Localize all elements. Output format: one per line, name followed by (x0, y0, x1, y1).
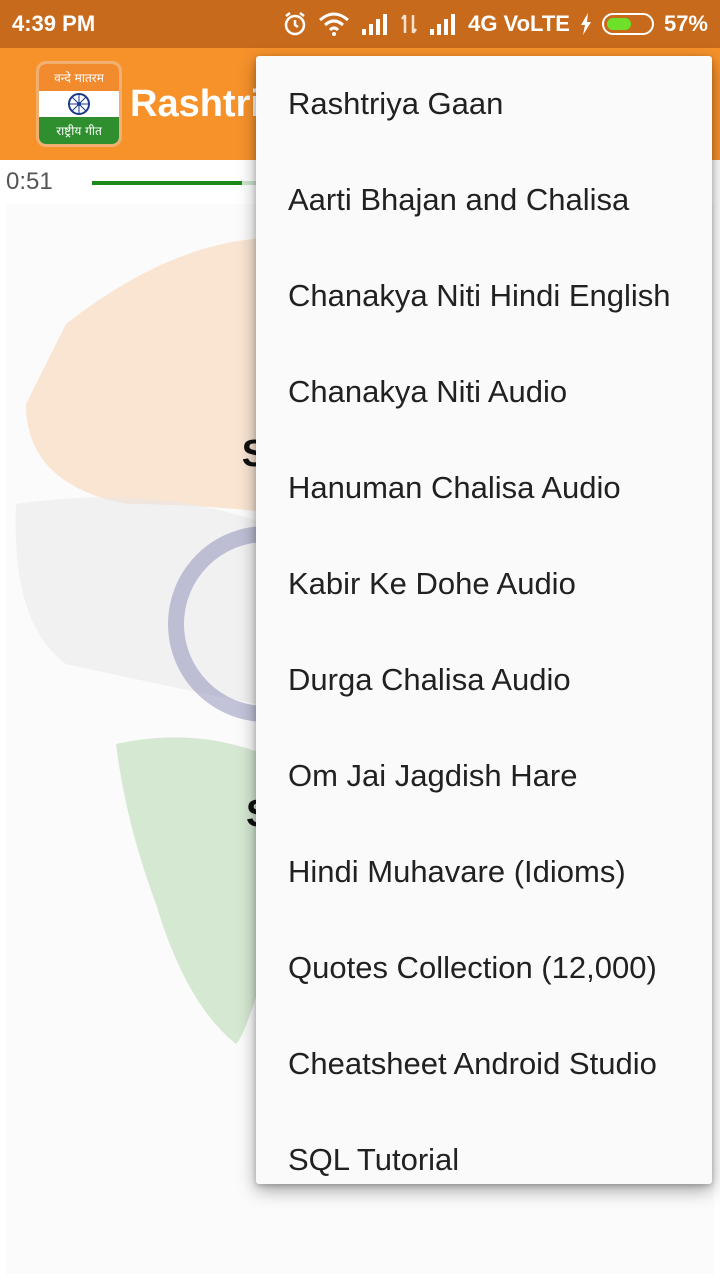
menu-item-kabir-dohe[interactable]: Kabir Ke Dohe Audio (256, 536, 712, 632)
status-icons: 4G VoLTE 57% (282, 11, 708, 37)
ashoka-chakra-icon (39, 90, 119, 118)
logo-top-text: वन्दे मातरम (39, 64, 119, 91)
status-time: 4:39 PM (12, 11, 96, 36)
menu-item-om-jai-jagdish[interactable]: Om Jai Jagdish Hare (256, 728, 712, 824)
alarm-icon (282, 11, 308, 37)
wifi-icon (318, 12, 350, 36)
menu-item-chanakya-audio[interactable]: Chanakya Niti Audio (256, 344, 712, 440)
menu-item-sql-tutorial[interactable]: SQL Tutorial (256, 1112, 712, 1184)
elapsed-time: 0:51 (6, 168, 53, 195)
signal-icon-2 (428, 13, 458, 35)
menu-item-cheatsheet[interactable]: Cheatsheet Android Studio (256, 1016, 712, 1112)
menu-item-aarti-bhajan[interactable]: Aarti Bhajan and Chalisa (256, 152, 712, 248)
charging-icon (580, 13, 592, 35)
menu-item-durga-chalisa[interactable]: Durga Chalisa Audio (256, 632, 712, 728)
menu-item-quotes[interactable]: Quotes Collection (12,000) (256, 920, 712, 1016)
seek-progress (92, 181, 242, 185)
status-bar: 4:39 PM 4G VoLTE 57% (0, 0, 720, 48)
signal-icon (360, 13, 390, 35)
data-transfer-icon (400, 13, 418, 35)
menu-item-hanuman-chalisa[interactable]: Hanuman Chalisa Audio (256, 440, 712, 536)
app-logo: वन्दे मातरम राष्ट्रीय गीत (36, 61, 122, 147)
logo-bottom-text: राष्ट्रीय गीत (39, 117, 119, 144)
menu-item-rashtriya-gaan[interactable]: Rashtriya Gaan (256, 56, 712, 152)
network-label: 4G VoLTE (468, 11, 570, 36)
battery-icon (601, 13, 654, 35)
overflow-menu: Rashtriya Gaan Aarti Bhajan and Chalisa … (256, 56, 712, 1184)
menu-item-hindi-muhavare[interactable]: Hindi Muhavare (Idioms) (256, 824, 712, 920)
menu-item-chanakya-niti[interactable]: Chanakya Niti Hindi English (256, 248, 712, 344)
battery-percent: 57% (663, 11, 708, 36)
